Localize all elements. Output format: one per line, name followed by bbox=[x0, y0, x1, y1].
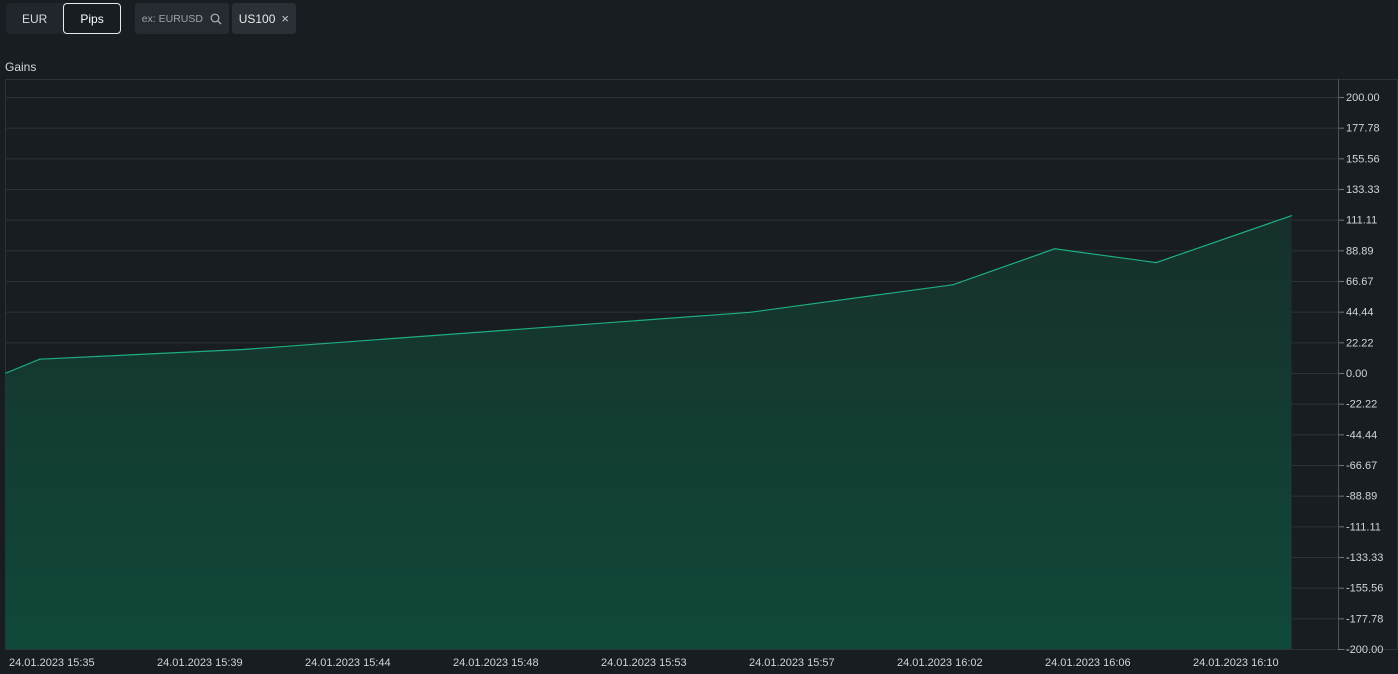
y-tick-label: -88.89 bbox=[1346, 491, 1377, 503]
y-tick-label: -22.22 bbox=[1346, 399, 1377, 411]
y-tick-label: -44.44 bbox=[1346, 429, 1377, 441]
x-tick-label: 24.01.2023 16:02 bbox=[897, 657, 983, 669]
data-point bbox=[952, 284, 954, 286]
y-tick-label: -200.00 bbox=[1346, 644, 1383, 656]
y-tick-label: -66.67 bbox=[1346, 460, 1377, 472]
x-tick-label: 24.01.2023 15:35 bbox=[9, 657, 95, 669]
gains-area-fill bbox=[6, 215, 1292, 649]
y-tick-label: 200.00 bbox=[1346, 92, 1380, 104]
data-point bbox=[1155, 262, 1157, 264]
x-tick-label: 24.01.2023 16:10 bbox=[1193, 657, 1279, 669]
y-tick-label: -155.56 bbox=[1346, 583, 1383, 595]
data-point bbox=[5, 372, 7, 374]
x-tick-label: 24.01.2023 15:44 bbox=[305, 657, 391, 669]
y-tick-label: 133.33 bbox=[1346, 184, 1380, 196]
y-tick-label: -177.78 bbox=[1346, 613, 1383, 625]
y-tick-label: 155.56 bbox=[1346, 153, 1380, 165]
gains-chart: 200.00 177.78 155.56 133.33 111.11 88.89 66.67… bbox=[5, 79, 1398, 669]
y-axis: 200.00 177.78 155.56 133.33 111.11 88.89 66.67… bbox=[1338, 79, 1383, 656]
x-tick-label: 24.01.2023 16:06 bbox=[1045, 657, 1131, 669]
data-point bbox=[1054, 248, 1056, 250]
y-tick-label: 0.00 bbox=[1346, 368, 1367, 380]
data-point bbox=[39, 358, 41, 360]
y-tick-label: 88.89 bbox=[1346, 245, 1374, 257]
y-tick-label: 111.11 bbox=[1346, 215, 1377, 227]
x-axis: 24.01.2023 15:35 24.01.2023 15:39 24.01.20… bbox=[9, 657, 1279, 669]
data-point bbox=[1290, 215, 1293, 217]
y-tick-label: 22.22 bbox=[1346, 337, 1374, 349]
y-tick-label: -111.11 bbox=[1346, 521, 1381, 533]
y-tick-label: 177.78 bbox=[1346, 123, 1380, 135]
data-point bbox=[242, 348, 244, 351]
x-tick-label: 24.01.2023 15:48 bbox=[453, 657, 539, 669]
y-tick-label: -133.33 bbox=[1346, 552, 1383, 564]
y-tick-label: 66.67 bbox=[1346, 276, 1374, 288]
x-tick-label: 24.01.2023 15:57 bbox=[749, 657, 835, 669]
gains-area bbox=[5, 215, 1293, 649]
x-tick-label: 24.01.2023 15:39 bbox=[157, 657, 243, 669]
y-tick-label: 44.44 bbox=[1346, 307, 1374, 319]
x-tick-label: 24.01.2023 15:53 bbox=[601, 657, 687, 669]
data-point bbox=[749, 311, 751, 313]
